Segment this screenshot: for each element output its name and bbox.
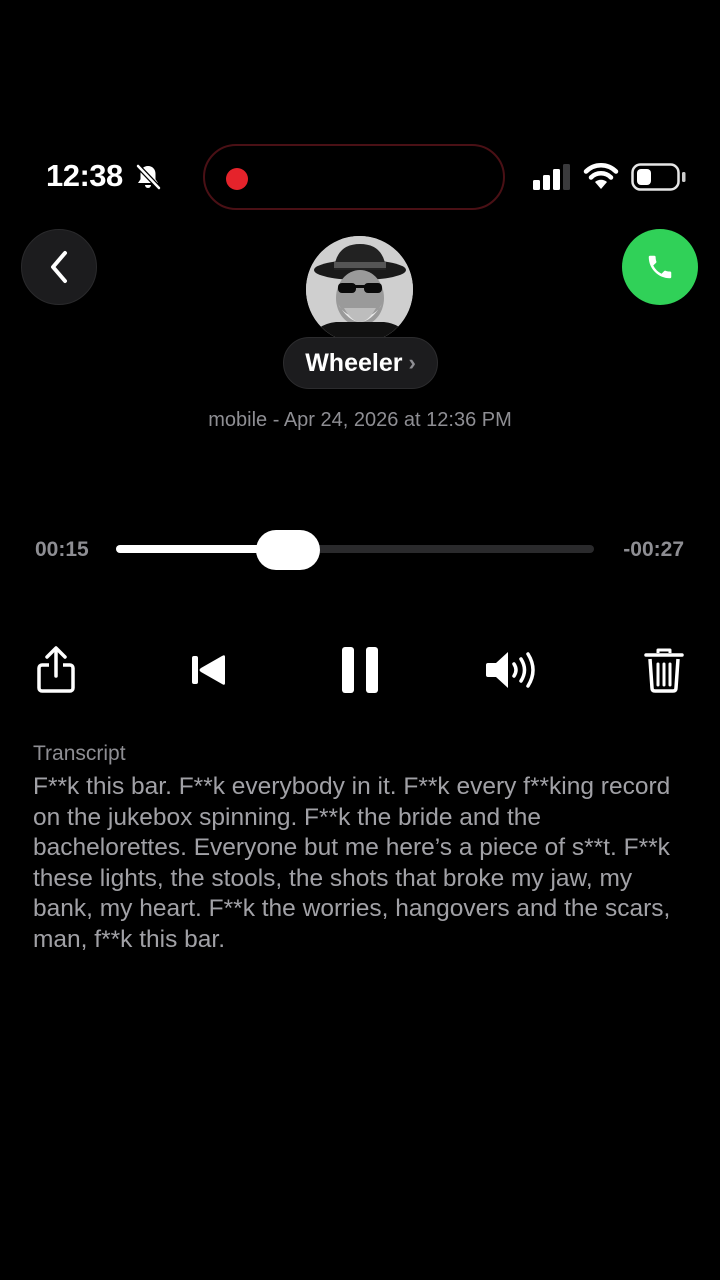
speaker-icon — [486, 652, 535, 688]
remaining-time: -00:27 — [623, 538, 684, 561]
pause-icon — [342, 647, 378, 693]
pause-button[interactable] — [335, 644, 385, 696]
call-button[interactable] — [622, 229, 698, 305]
back-button[interactable] — [21, 229, 97, 305]
chevron-left-icon — [51, 251, 67, 283]
avatar-photo — [306, 236, 413, 343]
contact-avatar[interactable] — [306, 236, 413, 343]
wifi-icon — [583, 163, 619, 189]
status-time: 12:38 — [46, 158, 123, 193]
recording-dot — [226, 168, 248, 190]
trash-icon — [644, 648, 684, 693]
scrubber-handle[interactable] — [256, 530, 321, 570]
transcript-text: F**k this bar. F**k everybody in it. F**… — [33, 773, 671, 953]
battery-icon — [631, 163, 686, 191]
delete-button[interactable] — [643, 646, 685, 694]
voicemail-subtitle: mobile - Apr 24, 2026 at 12:36 PM — [208, 409, 512, 431]
skip-back-button[interactable] — [186, 650, 230, 690]
dynamic-island[interactable] — [203, 144, 505, 210]
cellular-signal-icon — [533, 164, 570, 190]
phone-icon — [648, 255, 672, 279]
share-icon — [37, 646, 75, 693]
contact-name: Wheeler — [305, 348, 403, 377]
elapsed-time: 00:15 — [35, 538, 89, 561]
speaker-button[interactable] — [484, 648, 542, 692]
skip-back-icon — [192, 655, 225, 685]
transcript-label: Transcript — [33, 742, 126, 765]
bell-slash-icon — [136, 164, 161, 190]
contact-name-button[interactable]: Wheeler › — [283, 337, 438, 389]
share-button[interactable] — [34, 645, 78, 695]
chevron-right-icon: › — [408, 350, 416, 375]
